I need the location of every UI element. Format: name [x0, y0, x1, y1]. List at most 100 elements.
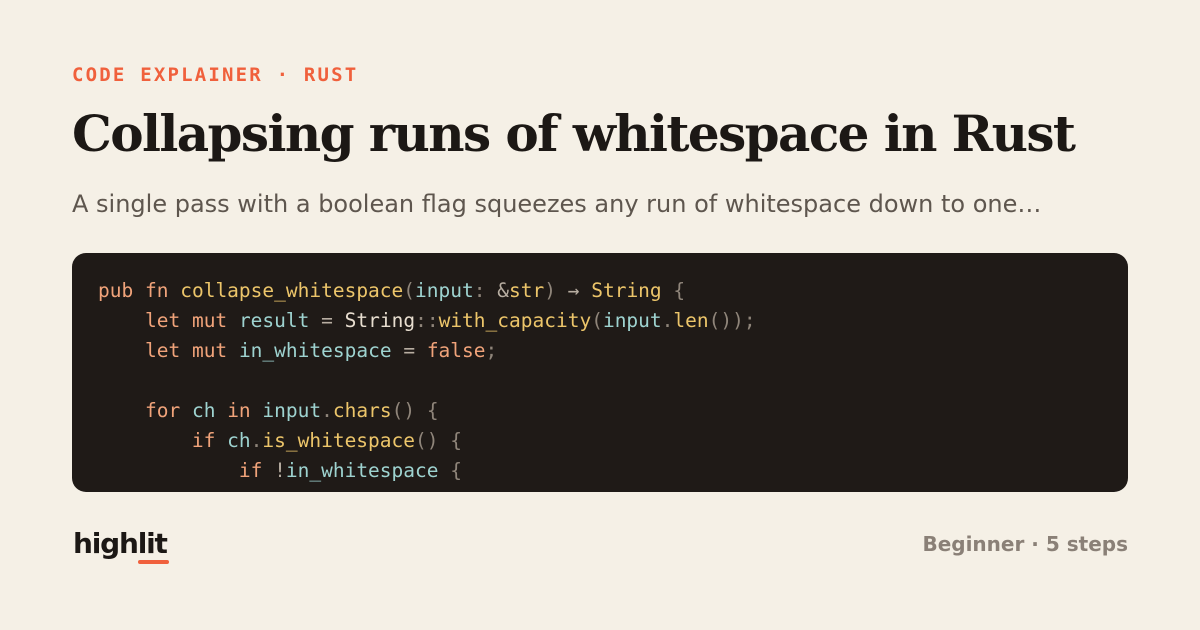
code-token: result [238, 309, 310, 332]
code-token: in_whitespace [285, 459, 439, 482]
code-line: if !in_whitespace { [98, 456, 756, 486]
code-line: let mut result = String::with_capacity(i… [98, 306, 756, 336]
code-line: let mut in_whitespace = false; [98, 336, 756, 366]
code-token: pub [98, 279, 134, 302]
code-token: mut [191, 339, 228, 362]
code-token: ) [544, 279, 556, 302]
code-token: collapse_whitespace [180, 279, 404, 302]
logo-underline-mark [137, 560, 169, 564]
code-token: ( [403, 279, 416, 302]
code-token: let [144, 339, 181, 362]
code-token: input [262, 399, 322, 422]
code-token: len [673, 309, 709, 332]
code-token: = [321, 309, 333, 332]
logo-text-accent: lit [137, 526, 169, 564]
code-token: ); [462, 489, 485, 492]
code-token: String [344, 309, 416, 332]
code-token: if [238, 459, 263, 482]
code-line: pub fn collapse_whitespace(input: &str) … [98, 276, 756, 306]
code-token: if [191, 429, 216, 452]
code-content: pub fn collapse_whitespace(input: &str) … [98, 276, 756, 492]
code-token: fn [144, 279, 169, 302]
logo-accent-text: lit [137, 527, 168, 560]
code-line: result.push(' '); [98, 486, 756, 492]
code-token: () [391, 399, 416, 422]
code-token: :: [415, 309, 439, 332]
page-subtitle: A single pass with a boolean flag squeez… [72, 190, 1042, 218]
code-token: ' ' [427, 489, 462, 492]
code-token: { [450, 459, 462, 482]
code-token: String [591, 279, 662, 302]
code-token: str [508, 279, 545, 302]
logo-text-main: high [73, 527, 139, 560]
lesson-meta: Beginner · 5 steps [922, 532, 1128, 556]
brand-logo[interactable]: highlit [73, 526, 169, 564]
code-token: { [673, 279, 686, 302]
code-block: pub fn collapse_whitespace(input: &str) … [72, 253, 1128, 492]
code-token: result [286, 489, 356, 492]
code-token: & [497, 279, 509, 302]
code-token: let [144, 309, 181, 332]
code-token: input [602, 309, 662, 332]
code-token: . [661, 309, 674, 332]
code-token: () [415, 429, 439, 452]
code-token: : [473, 279, 486, 302]
code-token: . [321, 399, 333, 422]
code-token: → [567, 279, 580, 302]
code-token: ; [485, 339, 498, 362]
code-token: for [144, 399, 181, 422]
code-token: with_capacity [438, 309, 592, 332]
code-token: input [415, 279, 474, 302]
code-token: mut [191, 309, 228, 332]
code-token: . [356, 489, 368, 492]
code-line: for ch in input.chars() { [98, 396, 756, 426]
page-title: Collapsing runs of whitespace in Rust [72, 104, 1076, 163]
code-token: ch [227, 429, 251, 452]
code-token: in_whitespace [238, 339, 392, 362]
code-token: ch [191, 399, 216, 422]
code-line: if ch.is_whitespace() { [98, 426, 756, 456]
code-token: ! [274, 459, 286, 482]
code-token: { [450, 429, 462, 452]
code-token: ()); [708, 309, 756, 332]
code-token: = [403, 339, 416, 362]
code-token: . [250, 429, 263, 452]
code-token: push [368, 489, 415, 492]
code-token: chars [332, 399, 392, 422]
eyebrow-label: CODE EXPLAINER · RUST [72, 64, 359, 86]
code-token: is_whitespace [262, 429, 416, 452]
code-token: ( [591, 309, 603, 332]
code-token: ( [415, 489, 427, 492]
code-token: { [426, 399, 439, 422]
code-token: false [426, 339, 486, 362]
code-token: in [227, 399, 251, 422]
